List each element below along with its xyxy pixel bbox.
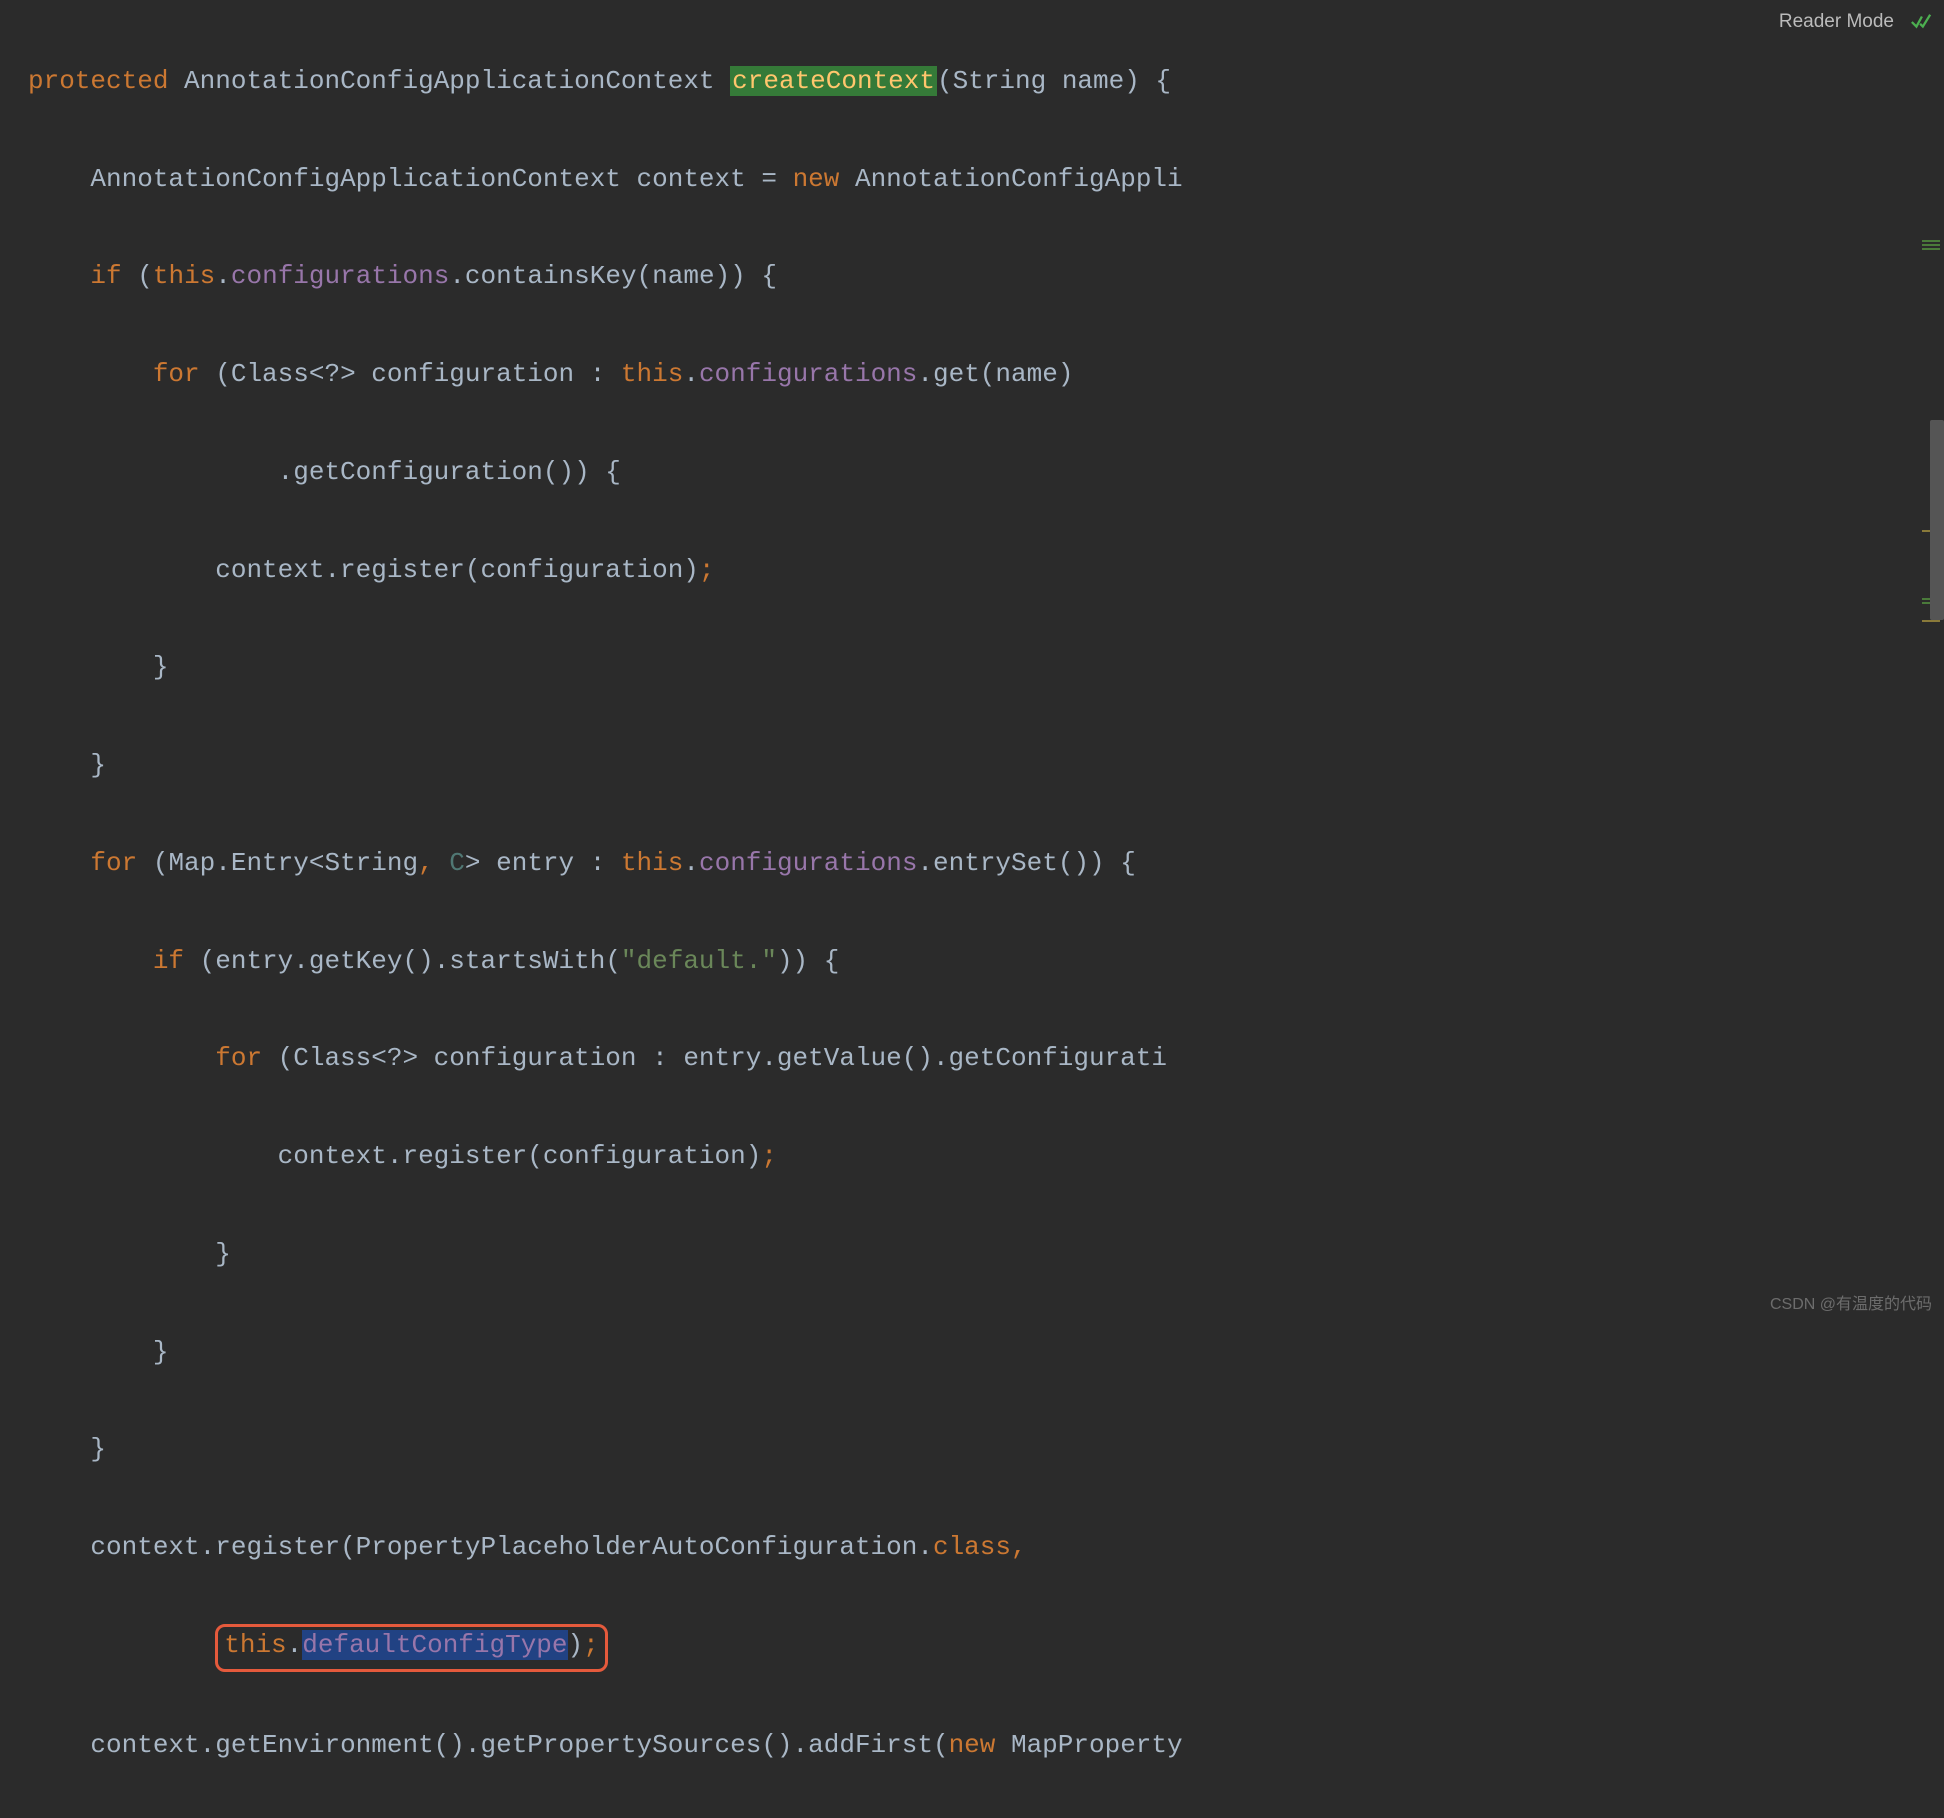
code-line: if (this.configurations.containsKey(name… [28, 252, 1944, 301]
watermark: CSDN @有温度的代码 [1770, 1290, 1932, 1320]
text: (Class<?> configuration : entry.getValue… [262, 1043, 1167, 1073]
code-line: .getConfiguration()) { [28, 448, 1944, 497]
keyword-protected: protected [28, 66, 168, 96]
minimap-marker[interactable] [1922, 244, 1940, 246]
text: MapProperty [995, 1730, 1182, 1760]
text: > entry : [465, 848, 621, 878]
text: (Class<?> configuration : [200, 359, 621, 389]
code-line: context.register(PropertyPlaceholderAuto… [28, 1523, 1944, 1572]
keyword-this: this [224, 1630, 286, 1660]
text: .containsKey(name)) { [449, 261, 777, 291]
code-line: } [28, 643, 1944, 692]
keyword-this: this [153, 261, 215, 291]
code-line: } [28, 741, 1944, 790]
text: context.getEnvironment().getPropertySour… [90, 1730, 948, 1760]
dot: . [215, 261, 231, 291]
text: context.register(configuration) [278, 1141, 762, 1171]
semicolon: ; [699, 555, 715, 585]
text: .get(name) [917, 359, 1073, 389]
text: (entry.getKey().startsWith( [184, 946, 621, 976]
header-bar: Reader Mode [1767, 0, 1944, 44]
brace: } [90, 1434, 106, 1464]
code-editor[interactable]: protected AnnotationConfigApplicationCon… [0, 0, 1944, 1818]
highlighted-code-box: this.defaultConfigType); [215, 1624, 608, 1672]
brace: } [215, 1239, 231, 1269]
code-line: context.register(configuration); [28, 1132, 1944, 1181]
scrollbar-thumb[interactable] [1930, 420, 1944, 620]
check-icon[interactable] [1910, 11, 1932, 33]
keyword-for: for [90, 848, 137, 878]
minimap-marker[interactable] [1922, 620, 1940, 622]
type-name: AnnotationConfigAppli [839, 164, 1182, 194]
brace: } [153, 652, 169, 682]
close-paren: ) [568, 1630, 584, 1660]
field-name: configurations [699, 848, 917, 878]
code-line: AnnotationConfigApplicationContext conte… [28, 155, 1944, 204]
code-line: context.register(configuration); [28, 546, 1944, 595]
field-name: configurations [699, 359, 917, 389]
text: context.register(configuration) [215, 555, 699, 585]
semicolon: ; [583, 1630, 599, 1660]
type-name: AnnotationConfigApplicationContext [184, 66, 715, 96]
minimap[interactable] [1922, 0, 1940, 1324]
dot: . [287, 1630, 303, 1660]
code-line: protected AnnotationConfigApplicationCon… [28, 57, 1944, 106]
keyword-for: for [153, 359, 200, 389]
code-line: for (Class<?> configuration : this.confi… [28, 350, 1944, 399]
brace: } [90, 750, 106, 780]
comma: , [418, 848, 434, 878]
keyword-this: this [621, 359, 683, 389]
text: context.register(PropertyPlaceholderAuto… [90, 1532, 933, 1562]
keyword-if: if [90, 261, 121, 291]
code-line: } [28, 1230, 1944, 1279]
method-name-highlighted: createContext [730, 66, 937, 96]
string-literal: "default." [621, 946, 777, 976]
keyword-new: new [793, 164, 840, 194]
code-line: for (Class<?> configuration : entry.getV… [28, 1034, 1944, 1083]
field-selected: defaultConfigType [302, 1630, 567, 1660]
text: .entrySet()) { [917, 848, 1135, 878]
field-name: configurations [231, 261, 449, 291]
code-line: for (Map.Entry<String, C> entry : this.c… [28, 839, 1944, 888]
code-line: if (entry.getKey().startsWith("default."… [28, 937, 1944, 986]
minimap-marker[interactable] [1922, 248, 1940, 250]
reader-mode-label[interactable]: Reader Mode [1779, 4, 1894, 40]
keyword-for: for [215, 1043, 262, 1073]
code-line: this.defaultConfigType); [28, 1621, 1944, 1672]
text: (Map.Entry<String [137, 848, 418, 878]
text: )) { [777, 946, 839, 976]
keyword-if: if [153, 946, 184, 976]
comma: , [1011, 1532, 1027, 1562]
type-name: AnnotationConfigApplicationContext [90, 164, 621, 194]
generic-param: C [434, 848, 465, 878]
text: .getConfiguration()) { [278, 457, 621, 487]
minimap-marker[interactable] [1922, 240, 1940, 242]
brace: } [153, 1337, 169, 1367]
keyword-class: class [933, 1532, 1011, 1562]
code-line: } [28, 1425, 1944, 1474]
text: ( [122, 261, 153, 291]
text: context = [621, 164, 793, 194]
code-line: context.getEnvironment().getPropertySour… [28, 1721, 1944, 1770]
semicolon: ; [761, 1141, 777, 1171]
params: (String name) { [937, 66, 1171, 96]
dot: . [683, 848, 699, 878]
keyword-this: this [621, 848, 683, 878]
keyword-new: new [949, 1730, 996, 1760]
code-line: } [28, 1328, 1944, 1377]
dot: . [683, 359, 699, 389]
